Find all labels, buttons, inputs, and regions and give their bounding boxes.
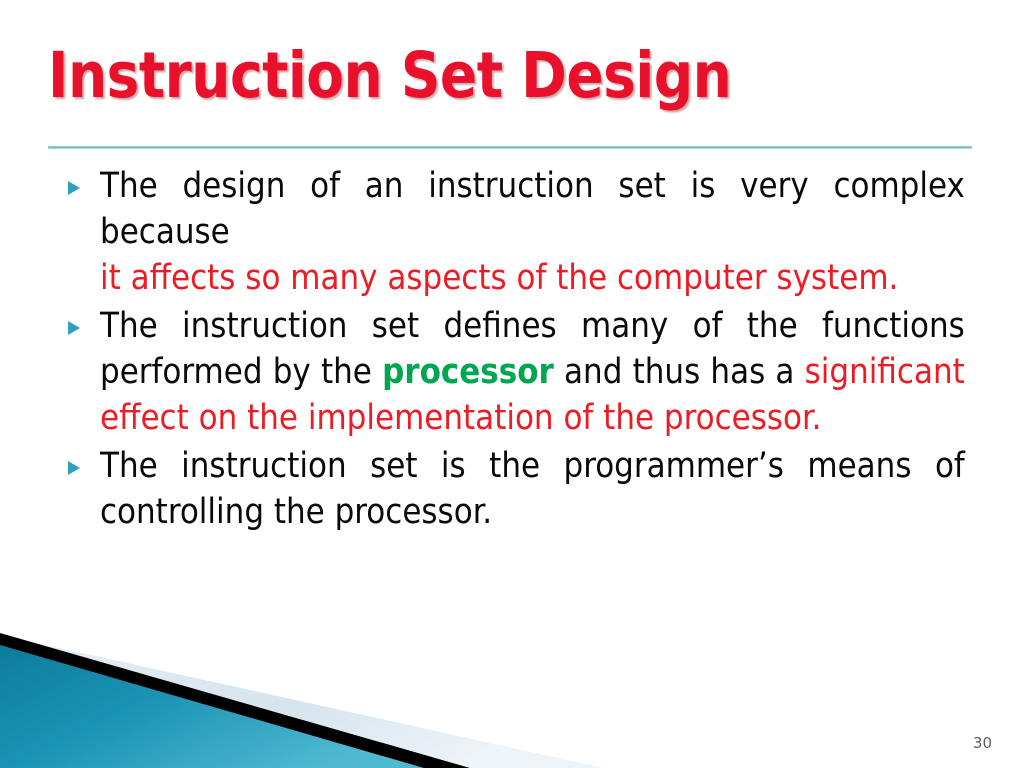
footer-teal-wedge bbox=[0, 645, 424, 768]
list-item: The design of an instruction set is very… bbox=[66, 163, 978, 301]
bullet-2-segment-3: and thus has a bbox=[553, 352, 805, 392]
bullet-1-segment-1: The design of an instruction set is very… bbox=[100, 166, 965, 252]
triangle-right-icon bbox=[66, 303, 100, 337]
list-item-text: The instruction set defines many of the … bbox=[100, 303, 965, 441]
title-area: Instruction Set Design bbox=[48, 44, 978, 140]
list-item: The instruction set is the programmer’s … bbox=[66, 443, 978, 535]
slide-number: 30 bbox=[972, 734, 992, 752]
presentation-slide: Instruction Set Design The design of an … bbox=[0, 0, 1024, 768]
list-item-text: The instruction set is the programmer’s … bbox=[100, 443, 965, 535]
bullet-1-segment-2: it affects so many aspects of the comput… bbox=[100, 258, 899, 298]
list-item: The instruction set defines many of the … bbox=[66, 303, 978, 441]
bullet-3-segment-1: The instruction set is the programmer’s … bbox=[100, 446, 965, 532]
page-title: Instruction Set Design bbox=[48, 39, 732, 112]
bullet-list: The design of an instruction set is very… bbox=[66, 163, 978, 537]
title-divider bbox=[48, 146, 972, 149]
footer-black-stripe bbox=[0, 633, 470, 768]
triangle-right-icon bbox=[66, 443, 100, 477]
footer-pale-wedge bbox=[0, 635, 604, 768]
footer-decoration bbox=[0, 588, 1024, 768]
bullet-2-segment-2: processor bbox=[382, 352, 554, 392]
triangle-right-icon bbox=[66, 163, 100, 197]
list-item-text: The design of an instruction set is very… bbox=[100, 163, 965, 301]
